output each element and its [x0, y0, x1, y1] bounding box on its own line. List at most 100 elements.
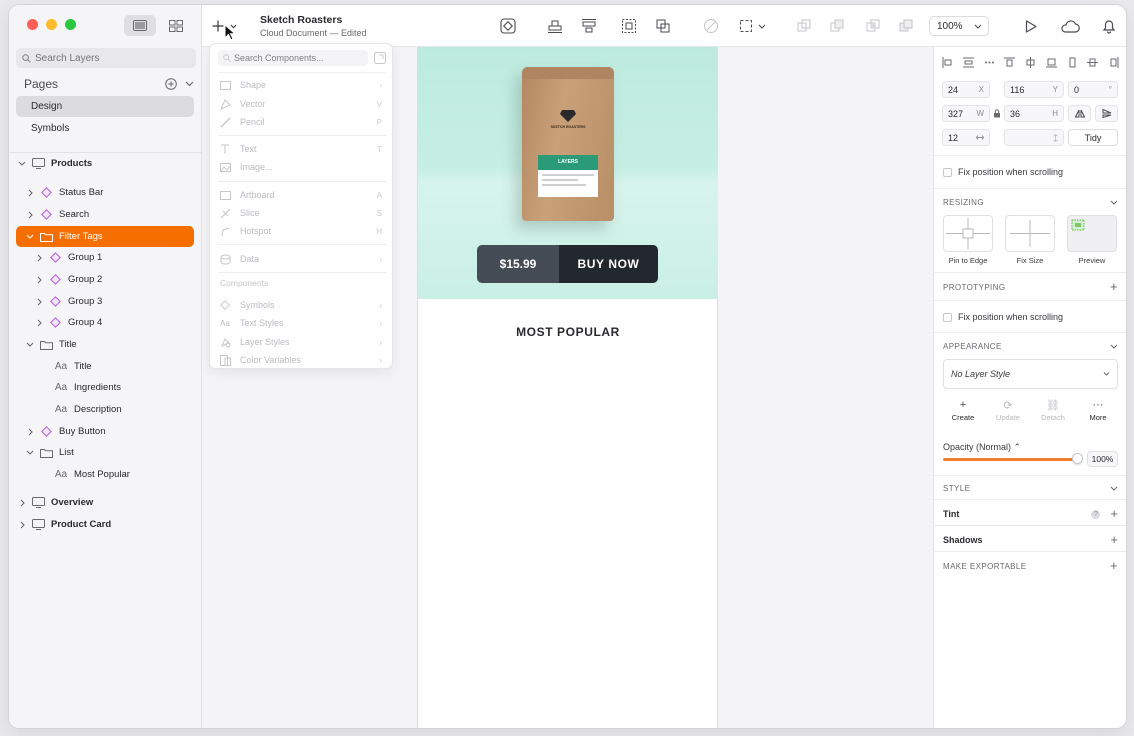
fix-position-checkbox[interactable]: [943, 167, 952, 177]
add-export-icon[interactable]: +: [1110, 559, 1118, 572]
tint-help-icon[interactable]: ?: [1091, 509, 1101, 519]
page-item-design[interactable]: Design: [16, 96, 194, 117]
add-prototype-icon[interactable]: +: [1110, 280, 1118, 293]
chevron-right-icon[interactable]: [37, 276, 42, 284]
layer-style-select[interactable]: No Layer Style: [943, 359, 1118, 389]
layer-artboard-overview[interactable]: Overview: [16, 492, 194, 513]
union-button[interactable]: [795, 17, 813, 35]
menu-item-vector[interactable]: Vector V: [218, 95, 386, 113]
chevron-right-icon[interactable]: [20, 499, 25, 507]
chevron-right-icon[interactable]: [37, 298, 42, 306]
align-button[interactable]: [580, 17, 598, 35]
layer-group-title[interactable]: Title: [16, 334, 194, 355]
update-style-button[interactable]: ⟳ Update: [988, 399, 1028, 422]
minimize-window-button[interactable]: [46, 19, 57, 30]
menu-item-text-styles[interactable]: Aa Text Styles ›: [218, 314, 386, 332]
chevron-right-icon[interactable]: [28, 189, 33, 197]
preview-button[interactable]: [1022, 17, 1040, 35]
fix-position-option[interactable]: Fix position when scrolling: [943, 167, 1063, 177]
layer-symbol-group-1[interactable]: Group 1: [16, 247, 194, 268]
distribute-horizontal-icon[interactable]: [984, 57, 995, 68]
open-components-icon[interactable]: [374, 52, 386, 64]
lock-icon[interactable]: [993, 109, 1001, 118]
chevron-right-icon[interactable]: [37, 319, 42, 327]
canvas-view-button[interactable]: [124, 15, 156, 36]
more-style-button[interactable]: ··· More: [1078, 399, 1118, 422]
opacity-slider-knob[interactable]: [1072, 453, 1083, 464]
chevron-down-icon[interactable]: [26, 234, 34, 239]
close-window-button[interactable]: [27, 19, 38, 30]
vertical-spacing-field[interactable]: [1004, 129, 1064, 146]
align-middle-icon[interactable]: [1025, 57, 1036, 68]
pin-to-edge-control[interactable]: [943, 215, 993, 252]
layer-group-list[interactable]: List: [16, 442, 194, 463]
make-exportable-header[interactable]: MAKE EXPORTABLE +: [943, 559, 1118, 572]
detach-style-button[interactable]: ⛓ Detach: [1033, 399, 1073, 422]
layer-group-filter-tags[interactable]: Filter Tags: [16, 226, 194, 247]
align-bottom-icon[interactable]: [1045, 57, 1057, 68]
difference-button[interactable]: [897, 17, 915, 35]
component-search-input[interactable]: [234, 53, 364, 63]
layer-search-input[interactable]: [35, 52, 185, 64]
align-top-icon[interactable]: [1004, 57, 1016, 68]
width-field[interactable]: 327 W: [942, 105, 990, 122]
buy-button-group[interactable]: $15.99 BUY NOW: [477, 245, 658, 283]
add-page-icon[interactable]: [165, 78, 177, 90]
page-item-symbols[interactable]: Symbols: [16, 118, 194, 139]
flip-vertical-button[interactable]: [1095, 105, 1118, 122]
layer-artboard-products[interactable]: Products: [16, 153, 194, 174]
zoom-window-button[interactable]: [65, 19, 76, 30]
layer-symbol-group-4[interactable]: Group 4: [16, 312, 194, 333]
component-search[interactable]: [218, 50, 368, 66]
menu-item-image[interactable]: Image...: [218, 158, 386, 176]
menu-item-shape[interactable]: Shape ›: [218, 76, 386, 94]
distribute-button[interactable]: [546, 17, 564, 35]
menu-item-pencil[interactable]: Pencil P: [218, 113, 386, 131]
layer-artboard-product-card[interactable]: Product Card: [16, 514, 194, 535]
layer-symbol-search[interactable]: Search: [16, 204, 194, 225]
layer-symbol-group-2[interactable]: Group 2: [16, 269, 194, 290]
layer-text-title[interactable]: Aa Title: [16, 356, 194, 377]
grid-view-button[interactable]: [160, 15, 192, 36]
x-field[interactable]: 24 X: [942, 81, 990, 98]
prototyping-header[interactable]: PROTOTYPING +: [943, 280, 1118, 293]
align-vertical-center-icon[interactable]: [1087, 57, 1099, 68]
chevron-down-icon[interactable]: [26, 450, 34, 455]
subtract-button[interactable]: [828, 17, 846, 35]
height-field[interactable]: 36 H: [1004, 105, 1064, 122]
proto-fix-position-option[interactable]: Fix position when scrolling: [943, 312, 1063, 322]
spacing-field[interactable]: 12: [942, 129, 990, 146]
align-vertical-left-icon[interactable]: [1067, 57, 1078, 68]
opacity-slider-track[interactable]: [943, 458, 1078, 461]
menu-item-color-variables[interactable]: Color Variables ›: [218, 351, 386, 369]
zoom-select[interactable]: 100%: [929, 16, 989, 36]
chevron-right-icon[interactable]: [37, 254, 42, 262]
intersect-button[interactable]: [864, 17, 882, 35]
layer-symbol-buy-button[interactable]: Buy Button: [16, 421, 194, 442]
create-style-button[interactable]: + Create: [943, 399, 983, 422]
notifications-button[interactable]: [1100, 17, 1118, 35]
y-field[interactable]: 116 Y: [1004, 81, 1064, 98]
proto-fix-position-checkbox[interactable]: [943, 312, 952, 322]
chevron-down-icon[interactable]: [26, 342, 34, 347]
layer-symbol-group-3[interactable]: Group 3: [16, 291, 194, 312]
chevron-right-icon[interactable]: [28, 428, 33, 436]
menu-item-artboard[interactable]: Artboard A: [218, 186, 386, 204]
rotation-field[interactable]: 0 °: [1068, 81, 1118, 98]
layer-text-most-popular[interactable]: Aa Most Popular: [16, 464, 194, 485]
opacity-value[interactable]: 100%: [1087, 451, 1118, 467]
chevron-down-icon[interactable]: [18, 161, 26, 166]
align-left-icon[interactable]: [942, 57, 953, 68]
fix-size-control[interactable]: [1005, 215, 1055, 252]
artboard-products[interactable]: SKETCH ROASTERS LAYERS $15.99 BUY NOW MO…: [417, 47, 718, 728]
mask-button[interactable]: [620, 17, 638, 35]
menu-item-slice[interactable]: Slice S: [218, 204, 386, 222]
menu-item-text[interactable]: Text T: [218, 140, 386, 158]
create-symbol-button[interactable]: [499, 17, 517, 35]
rotate-copies-button[interactable]: [702, 17, 720, 35]
transform-button[interactable]: [654, 17, 672, 35]
add-shadow-icon[interactable]: +: [1110, 533, 1118, 546]
menu-item-symbols[interactable]: Symbols ›: [218, 296, 386, 314]
menu-item-hotspot[interactable]: Hotspot H: [218, 222, 386, 240]
layer-symbol-status-bar[interactable]: Status Bar: [16, 182, 194, 203]
